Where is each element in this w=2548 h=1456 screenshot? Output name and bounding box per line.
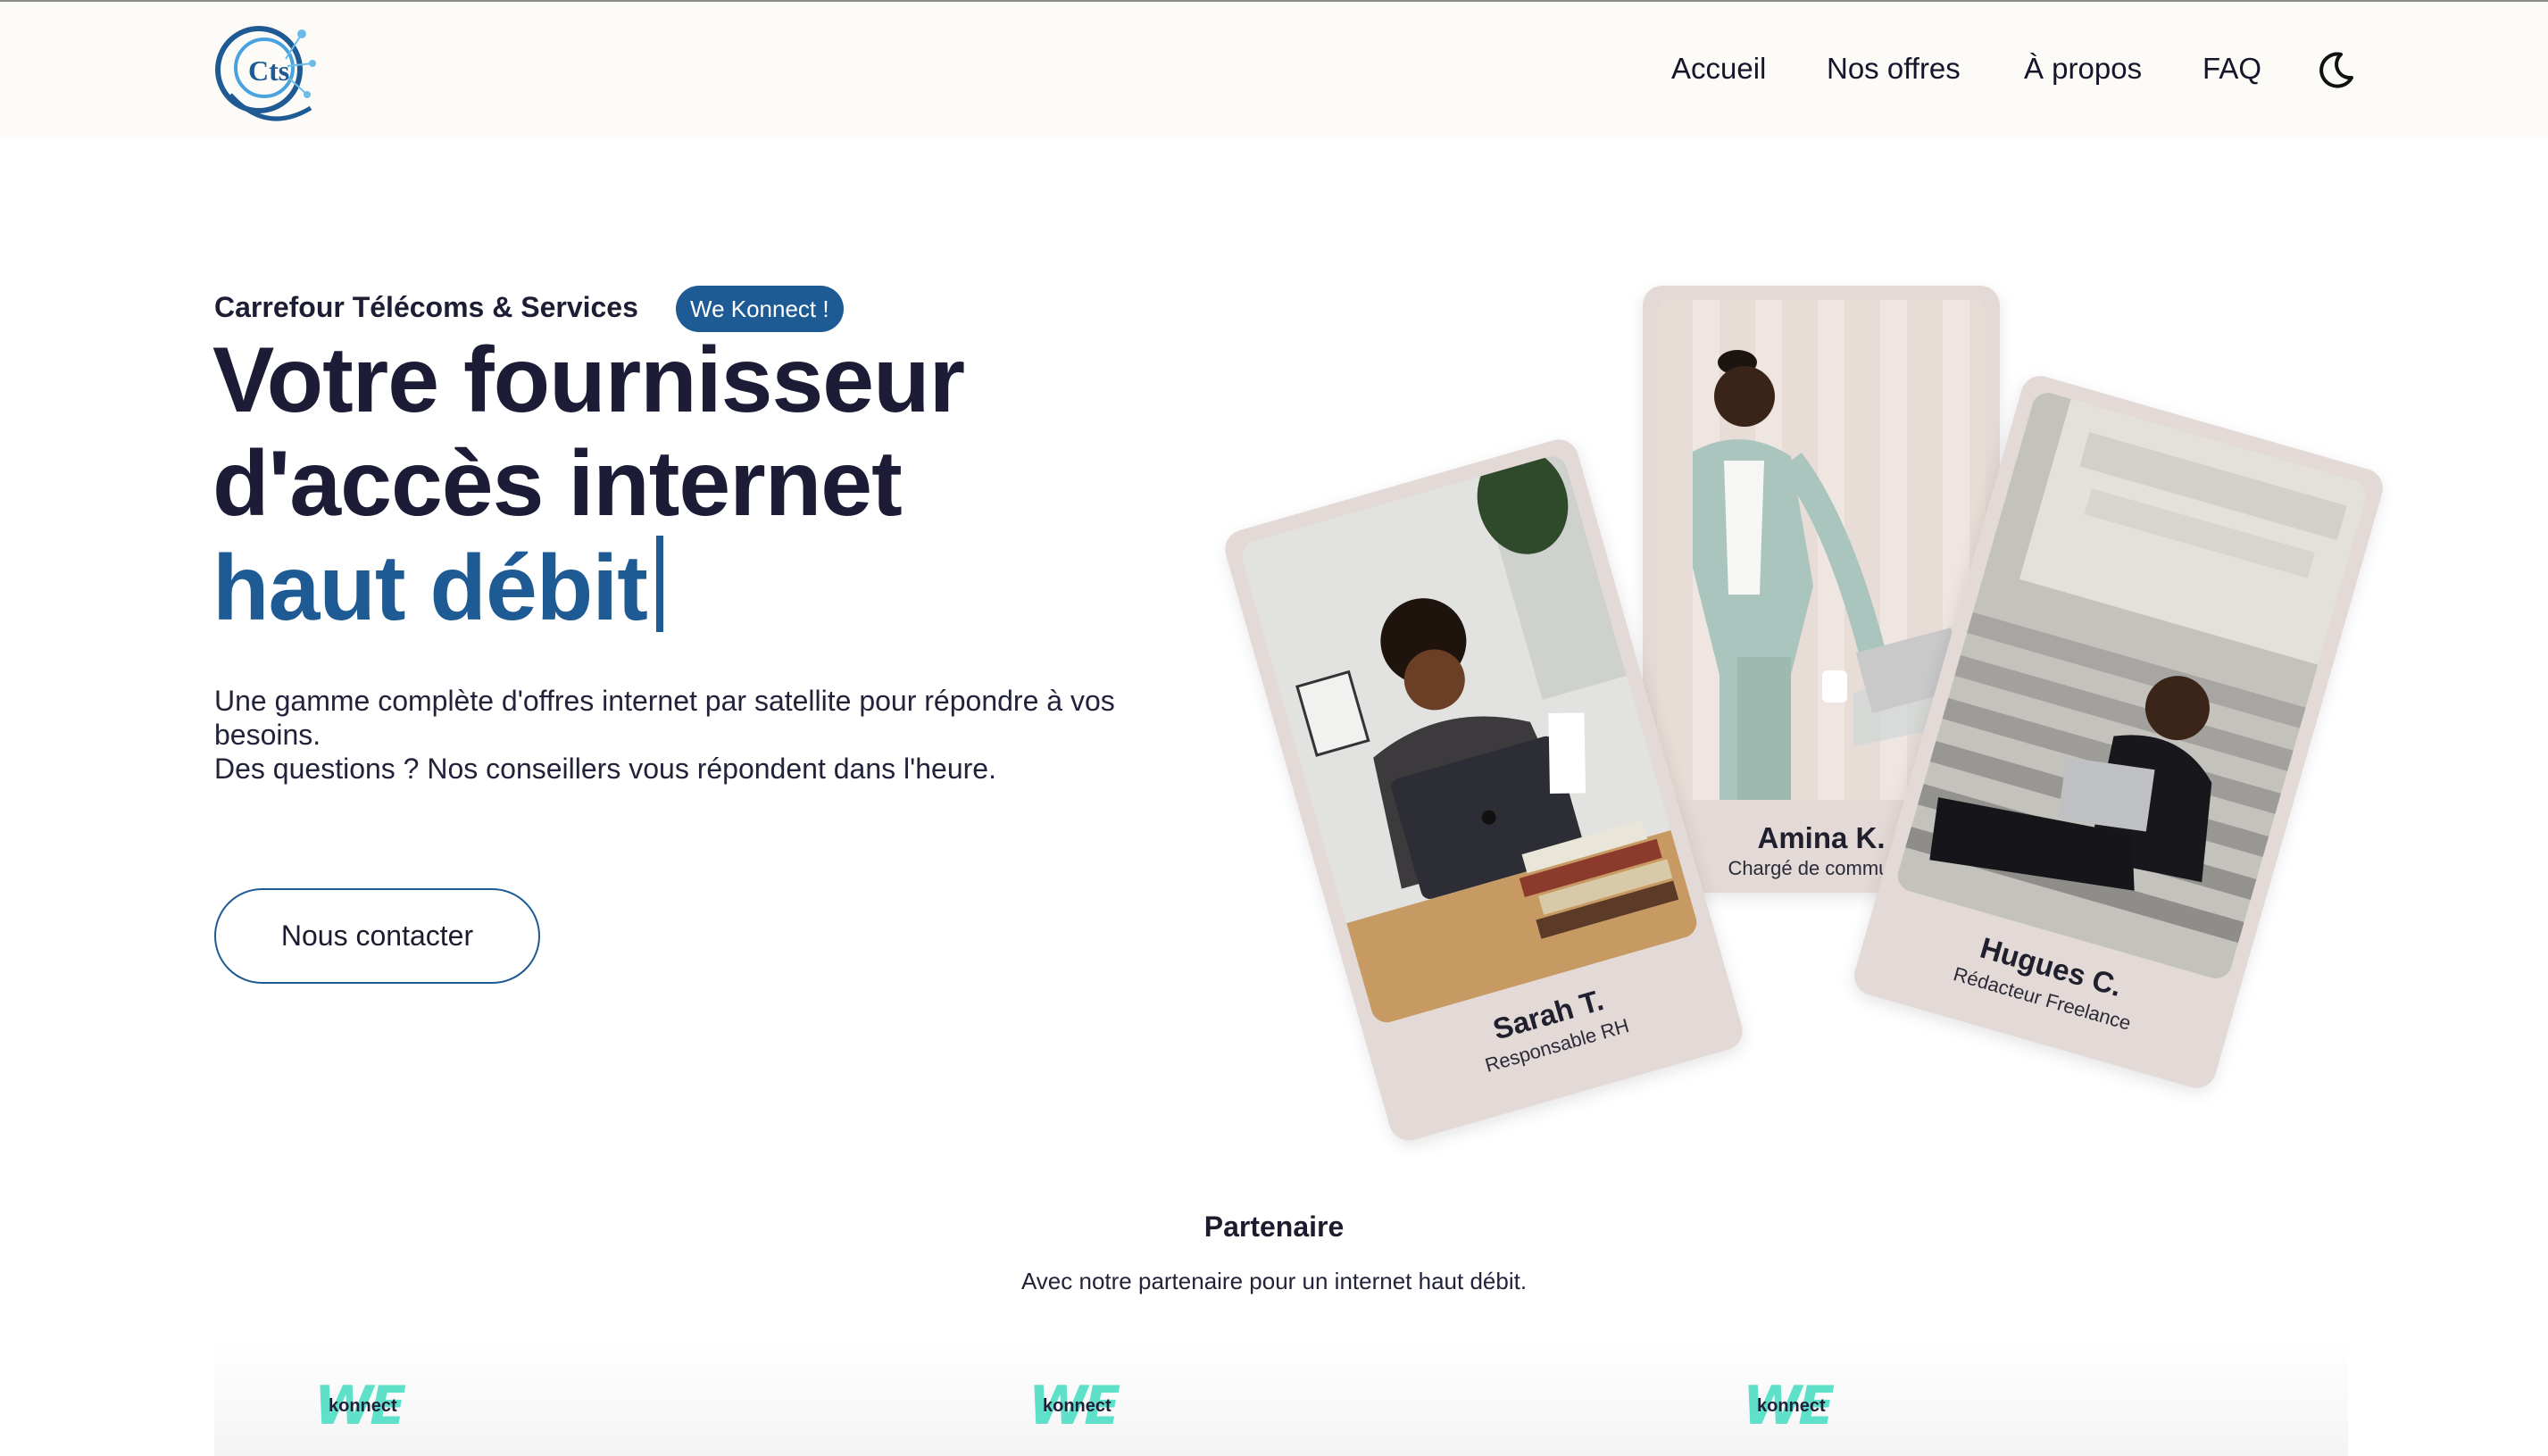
nav-a-propos[interactable]: À propos [2024,46,2142,91]
nav-link-nos-offres[interactable]: Nos offres [1827,52,1961,86]
company-name: Carrefour Télécoms & Services [214,291,638,323]
partner-logo-we-konnect[interactable]: WE konnect [1743,1375,1841,1437]
nav-link-accueil[interactable]: Accueil [1671,52,1766,86]
hero-headline: Votre fournisseur d'accès internet haut … [212,329,965,640]
headline-line-1: Votre fournisseur [212,329,965,432]
partner-logo-band [214,1339,2348,1456]
we-konnect-badge: We Konnect ! [676,286,844,332]
nav-accueil[interactable]: Accueil [1671,46,1766,91]
partner-logo-konnect-text: konnect [1757,1396,1826,1416]
nav-nos-offres[interactable]: Nos offres [1827,46,1961,91]
partner-logo-we-konnect[interactable]: WE konnect [1028,1375,1127,1437]
sarah-photo [1237,453,1701,1027]
partner-logo-konnect-text: konnect [1043,1396,1112,1416]
hero-description: Une gamme complète d'offres internet par… [214,684,1161,786]
hero-description-line-2: Des questions ? Nos conseillers vous rép… [214,753,996,785]
headline-accent-text: haut débit [212,537,648,640]
headline-line-2: d'accès internet [212,432,903,536]
logo-mark: Cts [215,26,316,121]
moon-icon[interactable] [2314,49,2357,92]
nav-faq[interactable]: FAQ [2202,46,2261,91]
partner-logo-konnect-text: konnect [329,1396,397,1416]
typing-cursor [655,536,663,632]
site-header: Cts Accueil Nos offres À propos FAQ [0,0,2548,137]
svg-text:Cts: Cts [248,54,289,87]
partner-title: Partenaire [1203,1211,1345,1243]
partner-logo-we-konnect[interactable]: WE konnect [314,1375,412,1437]
contact-button[interactable]: Nous contacter [214,888,540,984]
headline-accent-line: haut débit [212,536,964,640]
nav-link-faq[interactable]: FAQ [2202,52,2261,86]
hero-description-line-1: Une gamme complète d'offres internet par… [214,685,1115,751]
sarah-photo-illustration [1237,453,1701,1027]
nav-link-a-propos[interactable]: À propos [2024,52,2142,86]
partner-subtitle: Avec notre partenaire pour un internet h… [1020,1268,1528,1294]
moon-icon-svg [2319,52,2353,88]
cts-logo[interactable]: Cts [212,14,324,130]
